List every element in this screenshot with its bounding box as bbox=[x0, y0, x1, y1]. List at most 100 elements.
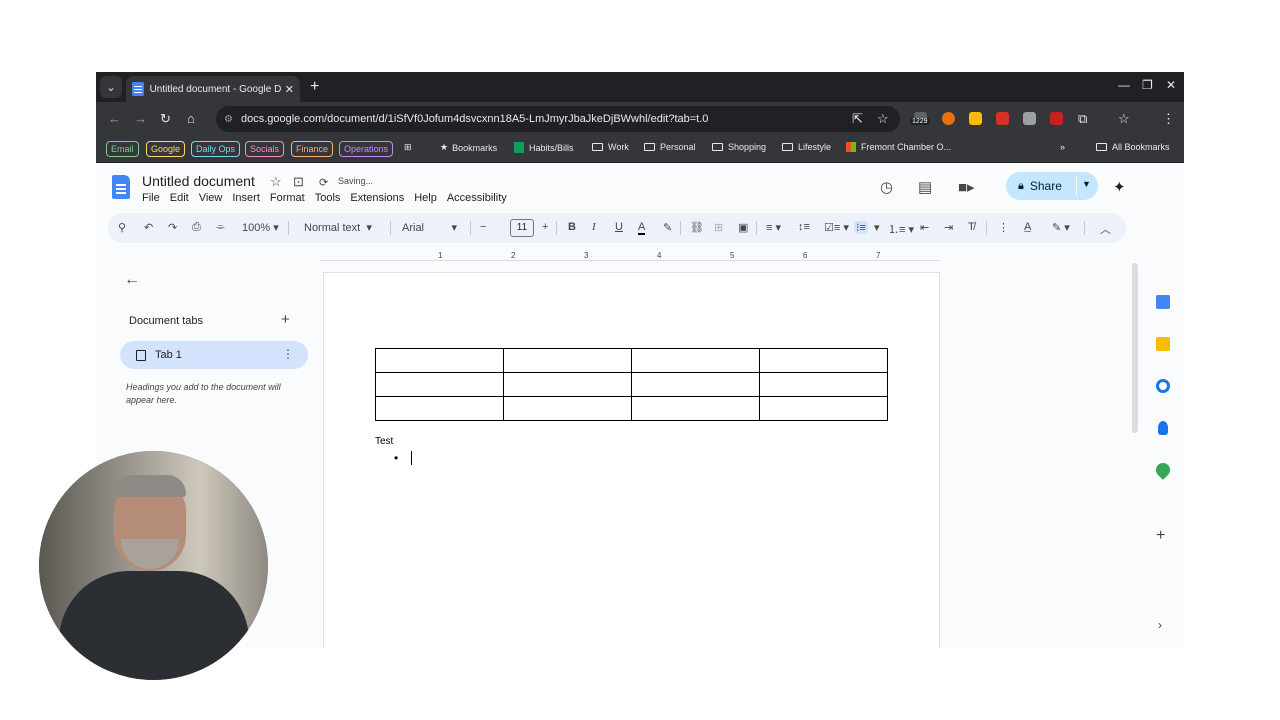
extension-icon[interactable] bbox=[969, 112, 982, 125]
comment-icon[interactable]: ⊞ bbox=[714, 221, 723, 234]
bookmark-folder-lifestyle[interactable]: Lifestyle bbox=[782, 142, 831, 152]
spellcheck-icon[interactable]: A̲ bbox=[1024, 221, 1031, 233]
add-addon-icon[interactable]: + bbox=[1156, 527, 1165, 545]
install-app-icon[interactable]: ⇱ bbox=[852, 111, 863, 127]
line-spacing-icon[interactable]: ↕≡ bbox=[798, 221, 810, 233]
extension-icon[interactable] bbox=[996, 112, 1009, 125]
checklist-icon[interactable]: ☑≡ ▾ bbox=[824, 221, 849, 234]
extension-icon[interactable] bbox=[1050, 112, 1063, 125]
table-cell[interactable] bbox=[375, 348, 504, 373]
menu-insert[interactable]: Insert bbox=[232, 192, 260, 204]
reading-list-icon[interactable]: ☆ bbox=[1118, 111, 1130, 127]
style-select[interactable]: Normal text ▾ bbox=[304, 221, 372, 234]
menu-view[interactable]: View bbox=[199, 192, 223, 204]
table-cell[interactable] bbox=[375, 396, 504, 421]
link-icon[interactable]: ⛓ bbox=[690, 221, 704, 234]
forward-icon[interactable]: → bbox=[134, 111, 147, 126]
gemini-icon[interactable]: ✦ bbox=[1113, 178, 1126, 196]
move-folder-icon[interactable]: ⊡ bbox=[293, 174, 304, 190]
close-tab-icon[interactable]: ✕ bbox=[285, 83, 294, 96]
tasks-icon[interactable] bbox=[1156, 379, 1170, 393]
version-history-icon[interactable]: ◷ bbox=[880, 178, 893, 196]
document-page[interactable]: Test • bbox=[323, 272, 940, 648]
print-icon[interactable]: ⎙ bbox=[192, 221, 201, 234]
bookmark-pill-google[interactable]: Google bbox=[146, 141, 186, 157]
tab-search-icon[interactable]: ⌄ bbox=[100, 76, 122, 98]
bulleted-list-icon[interactable]: ⁝≡ bbox=[854, 221, 868, 234]
chevron-down-icon[interactable]: ▼ bbox=[1082, 179, 1091, 189]
paint-format-icon[interactable]: ⌯ bbox=[216, 221, 225, 234]
bookmark-pill-finance[interactable]: Finance bbox=[291, 141, 334, 157]
site-info-icon[interactable]: ⚙ bbox=[224, 114, 233, 125]
numbered-list-icon[interactable]: ⒈≡ ▾ bbox=[888, 221, 914, 237]
bookmark-pill-operations[interactable]: Operations bbox=[339, 141, 394, 157]
table-cell[interactable] bbox=[631, 372, 760, 397]
bookmark-pill-socials[interactable]: Socials bbox=[245, 141, 285, 157]
search-menus-icon[interactable]: ⚲ bbox=[118, 221, 126, 234]
menu-format[interactable]: Format bbox=[270, 192, 305, 204]
undo-icon[interactable]: ↶ bbox=[144, 221, 153, 234]
collapse-toolbar-icon[interactable]: ︿ bbox=[1100, 221, 1111, 237]
body-text[interactable]: Test bbox=[375, 436, 393, 447]
back-icon[interactable]: ← bbox=[108, 111, 121, 126]
increase-font-icon[interactable]: + bbox=[542, 221, 548, 233]
chevron-right-icon[interactable]: › bbox=[1158, 618, 1162, 632]
document-table[interactable] bbox=[375, 348, 888, 421]
bookmark-star-icon[interactable]: ☆ bbox=[877, 111, 889, 127]
bookmark-fremont[interactable]: Fremont Chamber O... bbox=[846, 142, 951, 152]
table-cell[interactable] bbox=[759, 396, 888, 421]
reload-icon[interactable]: ↻ bbox=[160, 111, 171, 127]
more-bookmarks-icon[interactable]: » bbox=[1060, 142, 1065, 152]
document-title[interactable]: Untitled document bbox=[142, 173, 255, 189]
font-select[interactable]: Arial ▾ bbox=[402, 221, 457, 234]
back-arrow-icon[interactable]: ← bbox=[124, 271, 140, 289]
bookmark-folder-shopping[interactable]: Shopping bbox=[712, 142, 766, 152]
table-cell[interactable] bbox=[503, 348, 632, 373]
image-icon[interactable]: ▣ bbox=[738, 221, 748, 234]
menu-help[interactable]: Help bbox=[414, 192, 437, 204]
menu-file[interactable]: File bbox=[142, 192, 160, 204]
zoom-select[interactable]: 100% ▾ bbox=[242, 221, 279, 234]
table-cell[interactable] bbox=[375, 372, 504, 397]
menu-accessibility[interactable]: Accessibility bbox=[447, 192, 507, 204]
restore-icon[interactable]: ❐ bbox=[1142, 78, 1153, 92]
contacts-icon[interactable] bbox=[1158, 421, 1168, 435]
more-options-icon[interactable]: ⋮ bbox=[998, 221, 1009, 234]
decrease-indent-icon[interactable]: ⇤ bbox=[920, 221, 929, 234]
table-cell[interactable] bbox=[631, 348, 760, 373]
table-cell[interactable] bbox=[759, 372, 888, 397]
bookmark-folder-work[interactable]: Work bbox=[592, 142, 629, 152]
underline-icon[interactable]: U bbox=[615, 221, 623, 233]
document-tab-1[interactable]: Tab 1 ⋮ bbox=[120, 341, 308, 369]
bookmark-folder-personal[interactable]: Personal bbox=[644, 142, 696, 152]
chevron-down-icon[interactable]: ▾ bbox=[874, 221, 880, 234]
ruler[interactable]: 1 2 3 4 5 6 7 bbox=[320, 251, 940, 261]
close-window-icon[interactable]: ✕ bbox=[1166, 78, 1176, 92]
star-icon[interactable]: ☆ bbox=[270, 174, 282, 190]
menu-extensions[interactable]: Extensions bbox=[350, 192, 404, 204]
all-bookmarks[interactable]: All Bookmarks bbox=[1096, 142, 1170, 152]
decrease-font-icon[interactable]: − bbox=[480, 221, 486, 233]
extensions-puzzle-icon[interactable]: ⧉ bbox=[1078, 111, 1087, 127]
table-cell[interactable] bbox=[503, 396, 632, 421]
home-icon[interactable]: ⌂ bbox=[187, 111, 195, 126]
editing-mode-icon[interactable]: ✎ ▾ bbox=[1052, 221, 1070, 234]
comments-icon[interactable]: ▤ bbox=[918, 178, 932, 196]
align-icon[interactable]: ≡ ▾ bbox=[766, 221, 781, 234]
bookmark-habits[interactable]: Habits/Bills bbox=[514, 142, 574, 153]
docs-logo-icon[interactable] bbox=[112, 175, 130, 199]
text-color-icon[interactable]: A bbox=[638, 221, 646, 235]
bookmark-pill-email[interactable]: Email bbox=[106, 141, 139, 157]
font-size-input[interactable]: 11 bbox=[510, 219, 534, 237]
table-cell[interactable] bbox=[503, 372, 632, 397]
browser-tab[interactable]: Untitled document - Google Do ✕ bbox=[126, 76, 300, 102]
calendar-icon[interactable] bbox=[1156, 295, 1170, 309]
bookmark-pill-daily-ops[interactable]: Daily Ops bbox=[191, 141, 241, 157]
address-bar[interactable]: ⚙ docs.google.com/document/d/1iSfVf0Jofu… bbox=[216, 106, 900, 132]
menu-edit[interactable]: Edit bbox=[170, 192, 189, 204]
browser-menu-icon[interactable]: ⋮ bbox=[1162, 111, 1175, 127]
highlight-icon[interactable]: ✎ bbox=[663, 221, 672, 234]
italic-icon[interactable]: I bbox=[592, 221, 596, 233]
keep-icon[interactable] bbox=[1156, 337, 1170, 351]
redo-icon[interactable]: ↷ bbox=[168, 221, 177, 234]
